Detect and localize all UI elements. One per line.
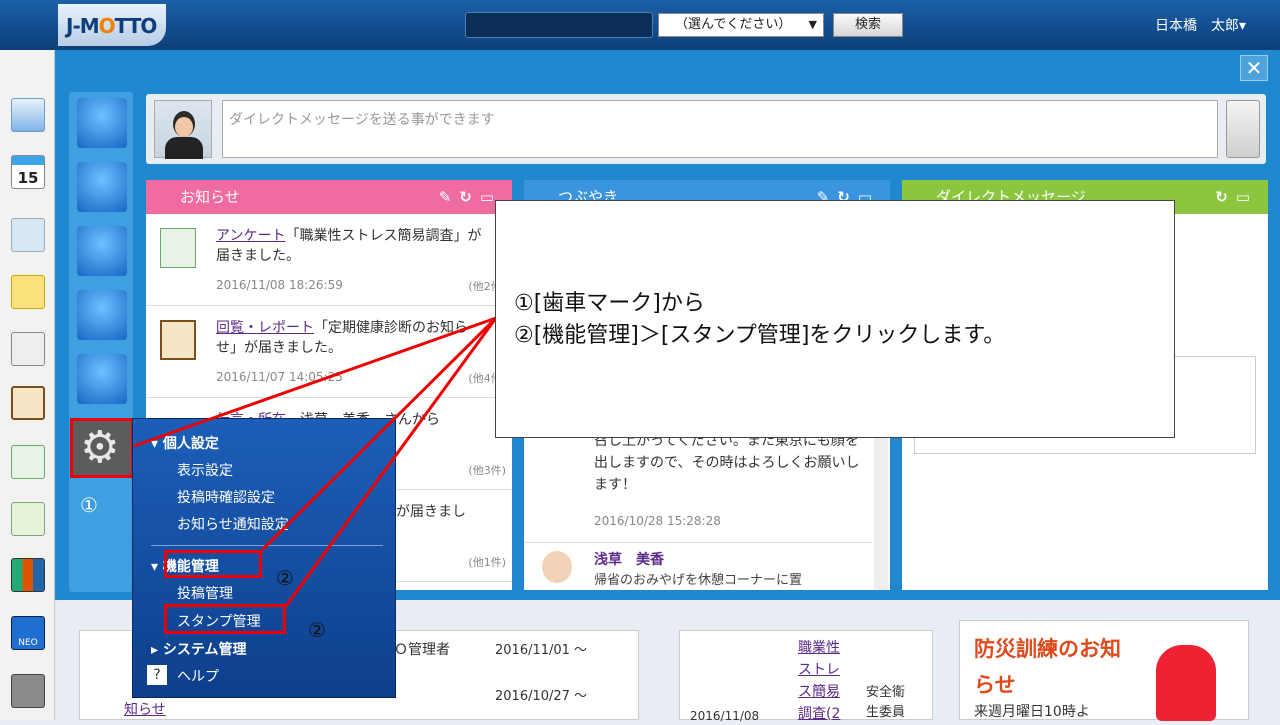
instruction-callout: ①[歯車マーク]から ②[機能管理]＞[スタンプ管理]をクリックします。 <box>495 200 1175 438</box>
callout-line-1: ①[歯車マーク]から <box>514 291 705 316</box>
callout-line-2: ②[機能管理]＞[スタンプ管理]をクリックします。 <box>514 323 1006 348</box>
